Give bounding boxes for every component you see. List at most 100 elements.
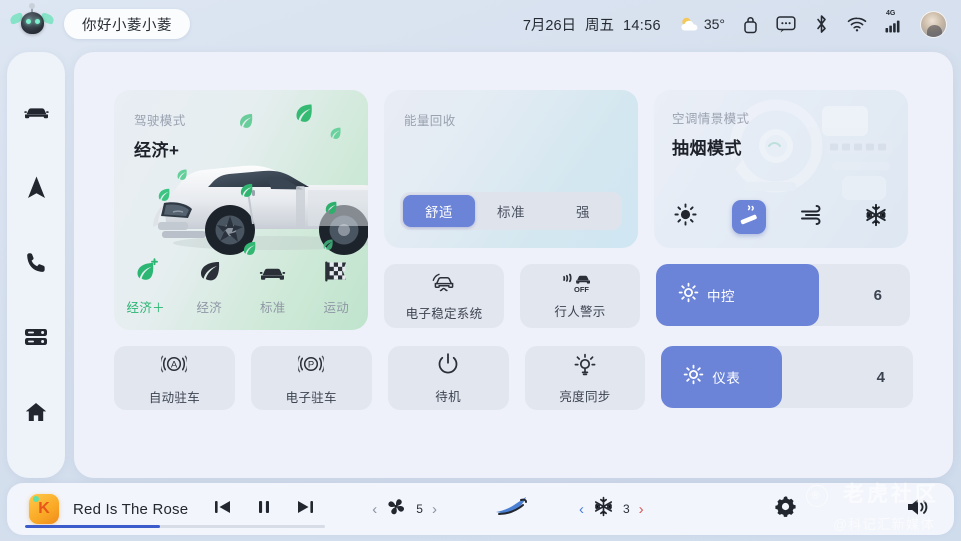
greeting-text: 你好小菱小菱: [82, 14, 172, 35]
ac-mode-sun[interactable]: [669, 200, 703, 234]
album-art[interactable]: K: [29, 494, 59, 524]
weather-indicator[interactable]: 35°: [679, 16, 725, 33]
leaf-decoration: [239, 182, 254, 197]
snowflake-icon: [864, 203, 888, 232]
orb-eye-right: [35, 19, 40, 24]
pause-icon[interactable]: [257, 499, 271, 520]
snowflake-icon[interactable]: [593, 496, 614, 522]
fan-decrease-button[interactable]: ‹: [372, 501, 377, 518]
message-icon[interactable]: [776, 15, 796, 33]
lock-icon[interactable]: [743, 15, 758, 34]
cards-row-bottom: A 自动驻车 P 电子驻车: [114, 346, 913, 410]
drive-mode-label-sport: 运动: [323, 297, 349, 316]
sidebar-item-navigation[interactable]: [15, 169, 57, 211]
next-track-icon[interactable]: [297, 499, 314, 520]
ac-mode-airflow[interactable]: [796, 200, 830, 234]
pedestrian-warning-icon: OFF: [560, 273, 600, 296]
main-panel: 驾驶模式 经济+: [74, 52, 953, 478]
esc-car-icon: [431, 271, 457, 298]
leaf-decoration: [322, 238, 334, 250]
sidebar-item-media[interactable]: [15, 319, 57, 361]
brightness-instrument-label: 仪表: [712, 367, 740, 387]
tile-standby[interactable]: 待机: [388, 346, 509, 410]
brightness-icon: [678, 282, 699, 308]
status-date: 7月26日: [523, 14, 576, 35]
ac-scene-mode-card[interactable]: 空调情景模式 抽烟模式: [654, 90, 908, 248]
drive-mode-label-standard: 标准: [260, 297, 286, 316]
ac-mode-snowflake[interactable]: [859, 200, 893, 234]
tile-brightness-sync-label: 亮度同步: [559, 386, 610, 405]
brightness-instrument-fill: 仪表: [661, 346, 782, 408]
tile-esc-label: 电子稳定系统: [406, 303, 483, 322]
checkered-flag-icon: [323, 259, 350, 289]
leaf-decoration: [329, 126, 342, 139]
leaf-decoration: [157, 187, 171, 201]
drive-mode-card[interactable]: 驾驶模式 经济+: [114, 90, 368, 330]
energy-recovery-segmented-control: 舒适 标准 强: [400, 192, 622, 230]
tile-epb-label: 电子驻车: [286, 387, 337, 406]
watermark-secondary: @科记汇新媒体: [833, 513, 935, 533]
clock: 7月26日 周五 14:56: [523, 14, 661, 35]
brightness-instrument-value: 4: [877, 369, 885, 386]
drive-mode-option-eco-plus[interactable]: 经济＋: [117, 258, 175, 316]
sidebar: [7, 52, 65, 478]
robot-assistant-icon[interactable]: [10, 6, 54, 42]
energy-recovery-label: 能量回收: [404, 110, 618, 129]
leaf-icon: [196, 258, 223, 289]
media-controls: [214, 499, 314, 520]
previous-track-icon[interactable]: [214, 499, 231, 520]
drive-mode-option-sport[interactable]: 运动: [307, 259, 365, 316]
partly-cloudy-icon: [679, 16, 701, 33]
drive-mode-label-eco-plus: 经济＋: [127, 297, 165, 316]
center-right-columns: 能量回收 舒适 标准 强: [384, 90, 910, 330]
energy-option-comfort[interactable]: 舒适: [403, 195, 475, 227]
home-icon: [24, 401, 48, 428]
drive-mode-selector: 经济＋ 经济: [114, 258, 368, 316]
track-title: Red Is The Rose: [73, 501, 188, 518]
ac-mode-cigarette[interactable]: [732, 200, 766, 234]
svg-text:OFF: OFF: [574, 285, 589, 294]
brightness-slider-instrument-cluster[interactable]: 仪表 4: [661, 346, 913, 408]
navigation-arrow-icon: [26, 175, 47, 205]
gear-icon[interactable]: [774, 495, 797, 523]
energy-option-strong[interactable]: 强: [547, 195, 619, 227]
airflow-icon: [800, 204, 825, 231]
fan-increase-button[interactable]: ›: [432, 501, 437, 518]
brightness-sync-icon: [573, 352, 597, 381]
temperature-decrease-button[interactable]: ‹: [579, 501, 584, 518]
media-cards-icon: [24, 327, 48, 352]
temperature-increase-button[interactable]: ›: [639, 501, 644, 518]
fan-icon[interactable]: [386, 497, 407, 521]
energy-option-standard[interactable]: 标准: [475, 195, 547, 227]
wifi-icon[interactable]: [847, 16, 867, 32]
leaf-decoration: [176, 168, 188, 180]
tile-esc[interactable]: 电子稳定系统: [384, 264, 504, 328]
tile-pedestrian-warning[interactable]: OFF 行人警示: [520, 264, 640, 328]
orb-body: [21, 12, 44, 34]
cards-row-middle: 电子稳定系统 OFF 行人警示: [384, 264, 910, 328]
orb-eye-left: [26, 19, 31, 24]
sidebar-item-phone[interactable]: [15, 244, 57, 286]
electronic-parking-p-icon: P: [298, 351, 324, 382]
airflow-direction-icon[interactable]: [493, 495, 531, 524]
tile-electronic-parking-brake[interactable]: P 电子驻车: [251, 346, 372, 410]
track-progress-bar[interactable]: [25, 525, 325, 528]
brightness-slider-center-display[interactable]: 中控 6: [656, 264, 910, 326]
bluetooth-icon[interactable]: [814, 14, 829, 34]
sidebar-item-home[interactable]: [15, 394, 57, 436]
drive-mode-option-eco[interactable]: 经济: [180, 258, 238, 316]
avatar[interactable]: [920, 11, 947, 38]
cards-row-top: 驾驶模式 经济+: [114, 90, 913, 330]
energy-recovery-card[interactable]: 能量回收 舒适 标准 强: [384, 90, 638, 248]
signal-4g-icon[interactable]: 4G: [885, 16, 902, 33]
tile-auto-hold[interactable]: A 自动驻车: [114, 346, 235, 410]
car-front-icon: [258, 262, 287, 289]
temperature-value: 35°: [704, 16, 725, 32]
sidebar-item-car[interactable]: [15, 94, 57, 136]
voice-assistant-greeting[interactable]: 你好小菱小菱: [64, 9, 190, 39]
drive-mode-option-standard[interactable]: 标准: [244, 262, 302, 316]
cards-row-upper: 能量回收 舒适 标准 强: [384, 90, 910, 248]
tile-brightness-sync[interactable]: 亮度同步: [525, 346, 646, 410]
bottom-bar: K Red Is The Rose ‹: [7, 483, 954, 535]
brightness-center-fill: 中控: [656, 264, 819, 326]
